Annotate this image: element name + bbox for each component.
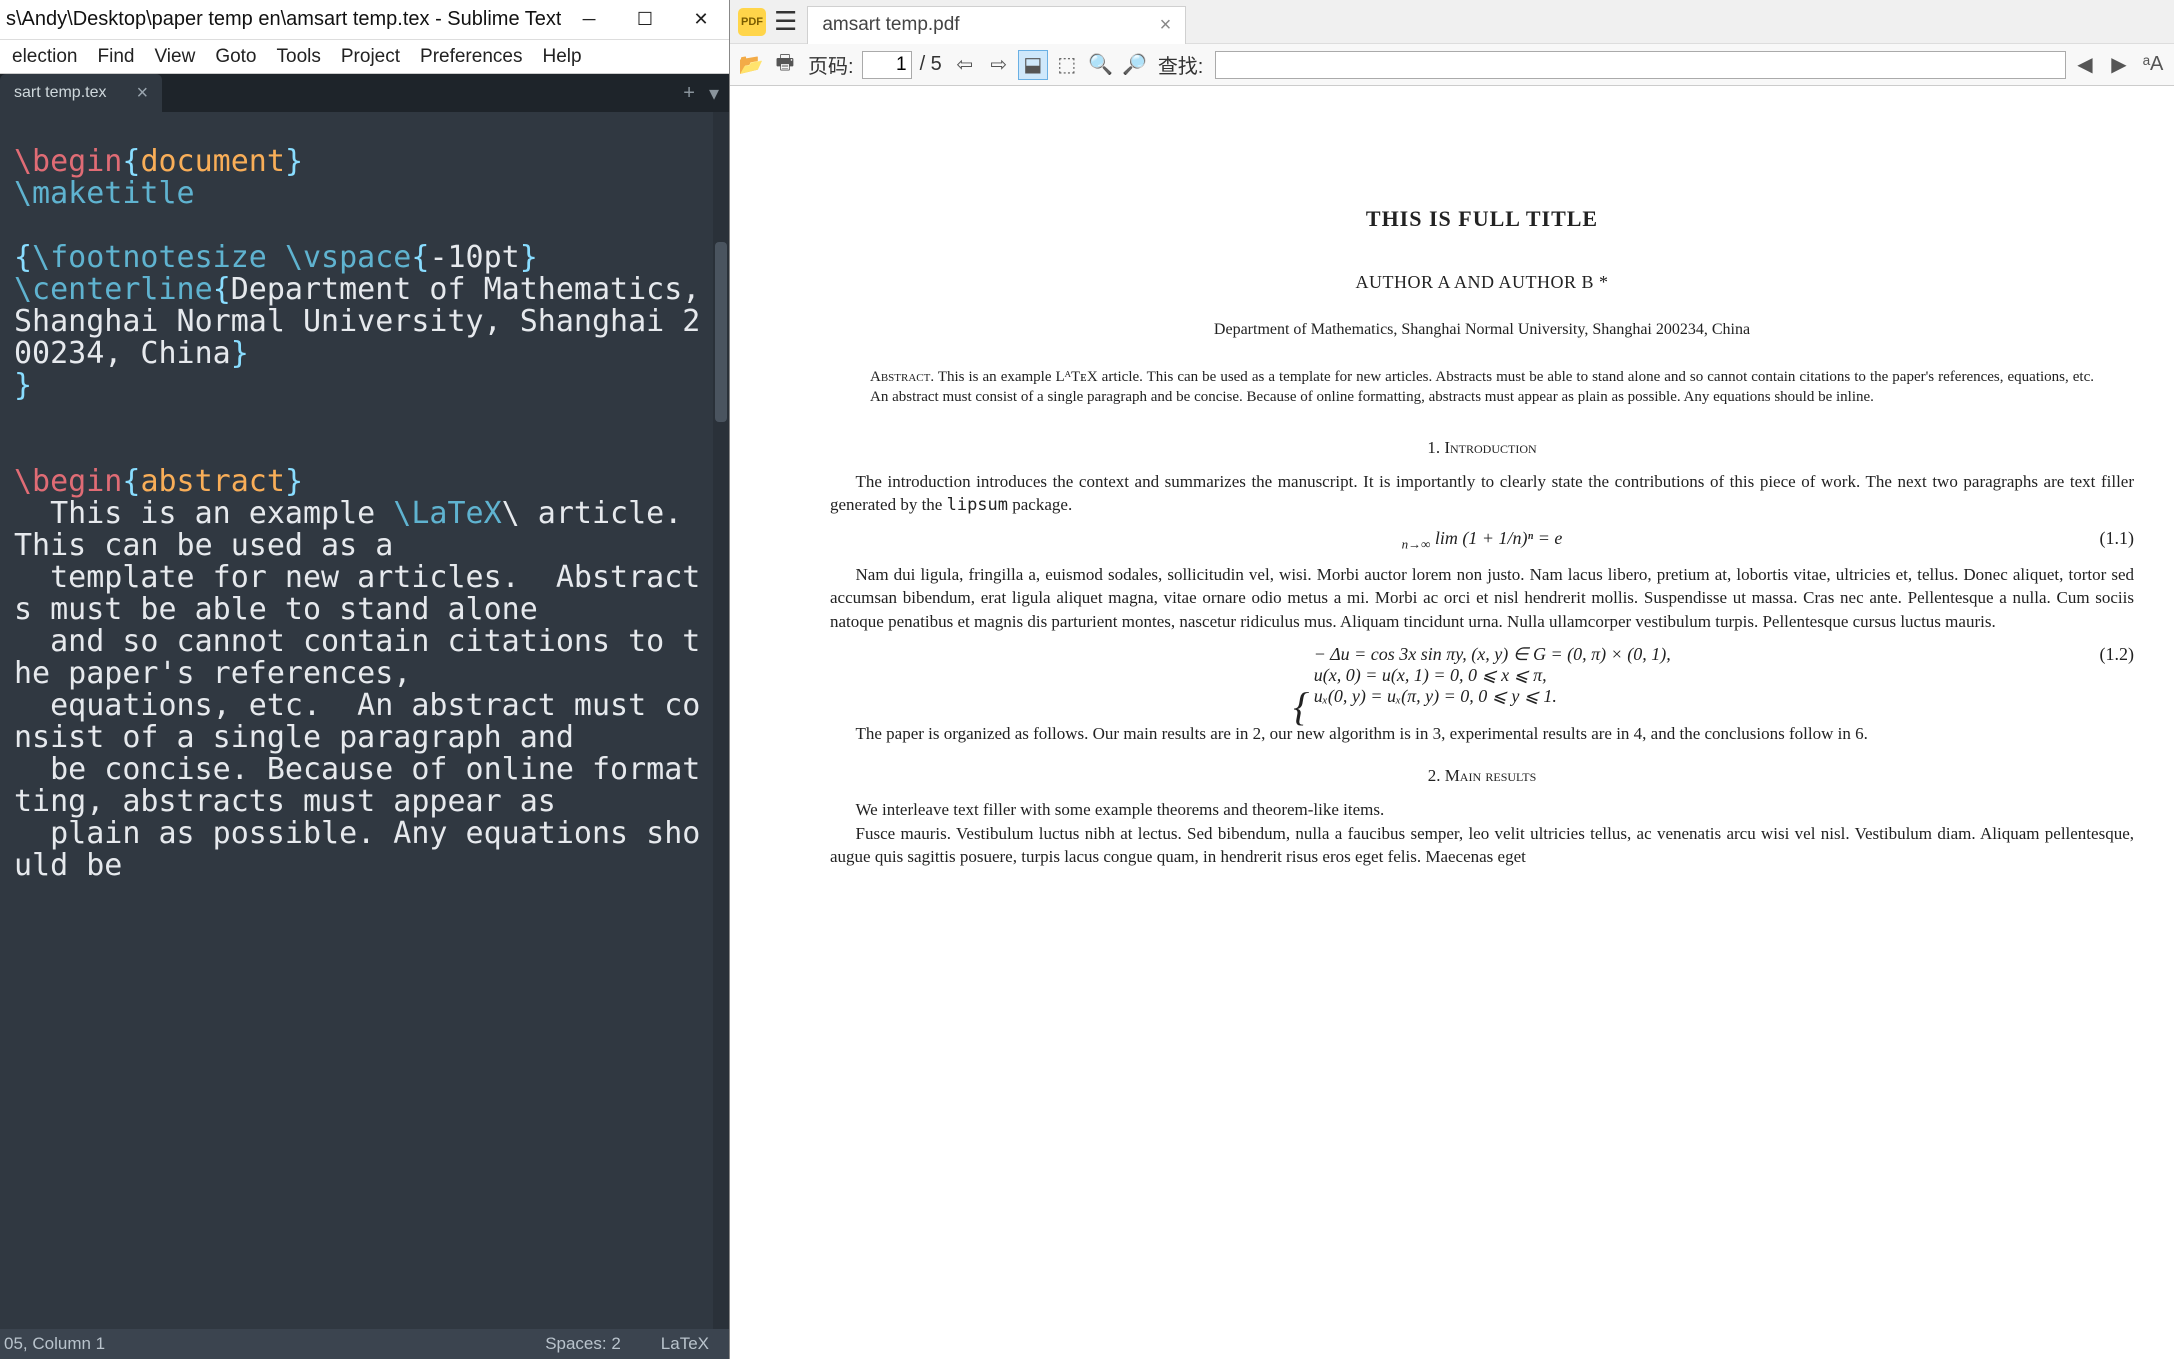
pdf-page: THIS IS FULL TITLE AUTHOR A AND AUTHOR B…	[730, 86, 2174, 1359]
window-buttons: ─ ☐ ✕	[561, 0, 729, 40]
equation-1-1: n→∞ lim (1 + 1/n)ⁿ = e (1.1)	[830, 528, 2134, 553]
code-content[interactable]: \begin{document} \maketitle {\footnotesi…	[0, 112, 729, 894]
pdf-tab-label: amsart temp.pdf	[822, 14, 959, 36]
file-tab[interactable]: sart temp.tex ×	[0, 74, 162, 112]
print-icon[interactable]: 🖶	[770, 50, 800, 80]
paper-title: THIS IS FULL TITLE	[830, 206, 2134, 232]
menu-help[interactable]: Help	[532, 42, 591, 72]
titlebar: s\Andy\Desktop\paper temp en\amsart temp…	[0, 0, 729, 40]
pdf-toolbar: 📂 🖶 页码: / 5 ⇦ ⇨ ⬓ ⬚ 🔍 🔎 查找: ◀ ▶ ᵃA	[730, 44, 2174, 86]
menu-view[interactable]: View	[144, 42, 205, 72]
menu-selection[interactable]: election	[2, 42, 88, 72]
editor[interactable]: \begin{document} \maketitle {\footnotesi…	[0, 112, 729, 1329]
fit-page-icon[interactable]: ⬚	[1052, 50, 1082, 80]
next-page-icon[interactable]: ⇨	[984, 50, 1014, 80]
window-title: s\Andy\Desktop\paper temp en\amsart temp…	[0, 8, 561, 31]
zoom-in-icon[interactable]: 🔎	[1120, 50, 1150, 80]
paper-dept: Department of Mathematics, Shanghai Norm…	[830, 321, 2134, 339]
scroll-thumb[interactable]	[715, 242, 727, 422]
menu-tools[interactable]: Tools	[267, 42, 331, 72]
maximize-button[interactable]: ☐	[617, 0, 673, 40]
abstract-label: Abstract.	[870, 369, 934, 385]
find-next-icon[interactable]: ▶	[2104, 50, 2134, 80]
equation-1-2: { − Δu = cos 3x sin πy, (x, y) ∈ G = (0,…	[830, 644, 2134, 712]
pdf-tabbar: PDF ☰ amsart temp.pdf ×	[730, 0, 2174, 44]
pdf-tab[interactable]: amsart temp.pdf ×	[807, 6, 1186, 44]
zoom-out-icon[interactable]: 🔍	[1086, 50, 1116, 80]
prev-page-icon[interactable]: ⇦	[950, 50, 980, 80]
page-label: 页码:	[808, 50, 854, 79]
hamburger-icon[interactable]: ☰	[774, 6, 797, 37]
menu-goto[interactable]: Goto	[205, 42, 266, 72]
page-total: / 5	[920, 53, 942, 76]
tabbar-controls: + ▾	[683, 81, 729, 106]
intro-p2: Nam dui ligula, fringilla a, euismod sod…	[830, 563, 2134, 634]
section-1-heading: 1. Introduction	[830, 438, 2134, 458]
tab-close-icon[interactable]: ×	[136, 82, 148, 105]
find-label: 查找:	[1158, 50, 1204, 79]
eqn-number: (1.2)	[2100, 644, 2135, 665]
menu-project[interactable]: Project	[331, 42, 410, 72]
tab-dropdown-icon[interactable]: ▾	[709, 81, 719, 106]
paper-abstract: Abstract. This is an example LᴬTᴇX artic…	[870, 367, 2094, 408]
tabbar: sart temp.tex × + ▾	[0, 74, 729, 112]
open-icon[interactable]: 📂	[736, 50, 766, 80]
menu-preferences[interactable]: Preferences	[410, 42, 532, 72]
section-2-heading: 2. Main results	[830, 766, 2134, 786]
main-p1: We interleave text filler with some exam…	[830, 798, 2134, 822]
tab-label: sart temp.tex	[14, 84, 106, 102]
find-prev-icon[interactable]: ◀	[2070, 50, 2100, 80]
intro-p3: The paper is organized as follows. Our m…	[830, 722, 2134, 746]
menubar: election Find View Goto Tools Project Pr…	[0, 40, 729, 74]
close-button[interactable]: ✕	[673, 0, 729, 40]
match-case-icon[interactable]: ᵃA	[2138, 50, 2168, 80]
minimize-button[interactable]: ─	[561, 0, 617, 40]
intro-p1: The introduction introduces the context …	[830, 470, 2134, 519]
status-syntax[interactable]: LaTeX	[641, 1334, 729, 1354]
new-tab-icon[interactable]: +	[683, 82, 695, 105]
find-input[interactable]	[1215, 51, 2066, 79]
fit-width-icon[interactable]: ⬓	[1018, 50, 1048, 80]
eqn-number: (1.1)	[2100, 528, 2135, 549]
menu-find[interactable]: Find	[88, 42, 145, 72]
editor-scrollbar[interactable]	[713, 112, 729, 1329]
pdf-app-icon[interactable]: PDF	[738, 8, 766, 36]
page-input[interactable]	[862, 51, 912, 79]
status-position[interactable]: 05, Column 1	[0, 1334, 525, 1354]
pdf-canvas[interactable]: THIS IS FULL TITLE AUTHOR A AND AUTHOR B…	[730, 86, 2174, 1359]
status-spaces[interactable]: Spaces: 2	[525, 1334, 641, 1354]
main-p2: Fusce mauris. Vestibulum luctus nibh at …	[830, 822, 2134, 870]
pdf-tab-close-icon[interactable]: ×	[1160, 14, 1172, 37]
sublime-window: s\Andy\Desktop\paper temp en\amsart temp…	[0, 0, 730, 1359]
pdf-viewer: PDF ☰ amsart temp.pdf × 📂 🖶 页码: / 5 ⇦ ⇨ …	[730, 0, 2174, 1359]
statusbar: 05, Column 1 Spaces: 2 LaTeX	[0, 1329, 729, 1359]
paper-authors: AUTHOR A AND AUTHOR B *	[830, 272, 2134, 293]
abstract-text: This is an example LᴬTᴇX article. This c…	[870, 369, 2094, 405]
